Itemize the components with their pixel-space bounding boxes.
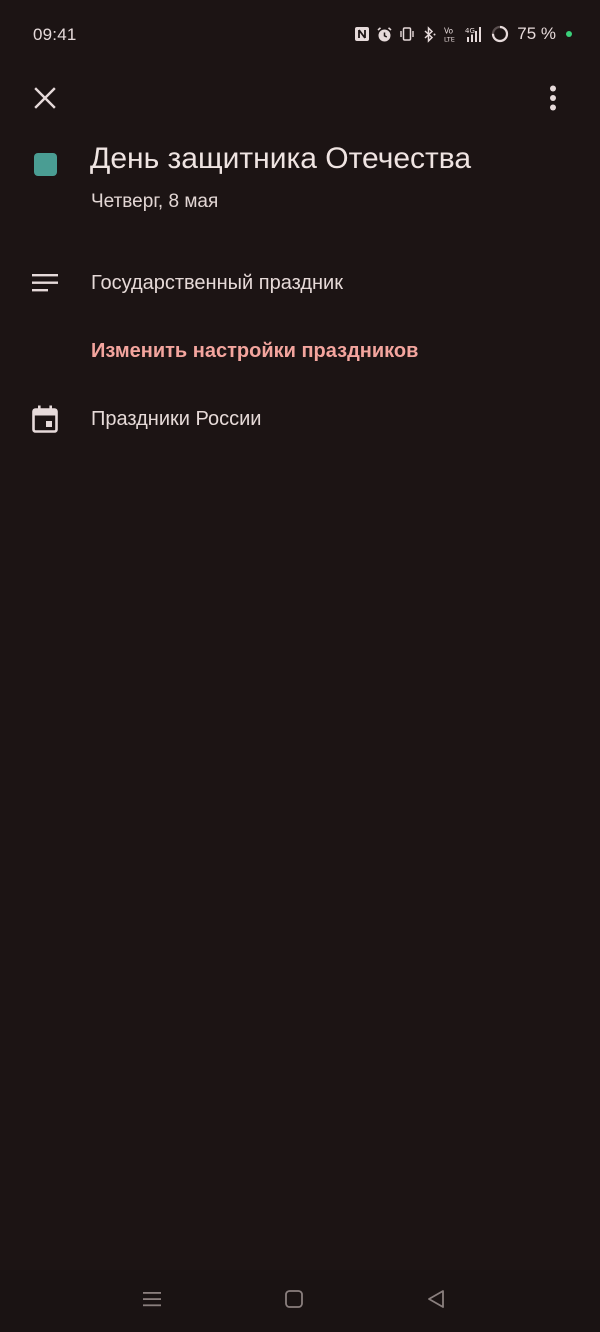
home-button[interactable] — [279, 1286, 309, 1316]
back-button[interactable] — [421, 1286, 451, 1316]
close-button[interactable] — [22, 77, 68, 123]
bluetooth-icon — [421, 25, 437, 43]
status-bar: 09:41 Vo LTE 4G 75 % — [0, 0, 600, 68]
system-navigation-bar — [0, 1270, 600, 1332]
event-title: День защитника Отечества — [90, 142, 472, 175]
event-details-screen: 09:41 Vo LTE 4G 75 % День защитника Отеч… — [0, 0, 600, 1332]
battery-level: 75 % — [517, 24, 556, 43]
charging-dot — [566, 31, 572, 37]
more-options-button[interactable] — [530, 77, 576, 123]
back-triangle-icon — [426, 1289, 446, 1314]
svg-text:LTE: LTE — [444, 35, 455, 43]
calendar-name: Праздники России — [91, 408, 262, 430]
event-color-chip — [34, 153, 57, 176]
signal-4g-icon: 4G — [465, 26, 485, 43]
status-time: 09:41 — [33, 25, 77, 44]
notes-icon — [30, 268, 60, 298]
close-icon — [34, 86, 56, 114]
svg-text:4G: 4G — [465, 27, 475, 35]
volte-icon: Vo LTE — [443, 26, 459, 43]
calendar-event-icon — [30, 404, 60, 434]
status-icons: Vo LTE 4G 75 % — [354, 24, 572, 44]
change-holiday-settings-link[interactable]: Изменить настройки праздников — [91, 340, 418, 363]
nfc-icon — [354, 26, 370, 42]
event-description: Государственный праздник — [91, 272, 343, 294]
event-date: Четверг, 8 мая — [91, 191, 219, 212]
vibrate-icon — [399, 26, 415, 42]
recent-apps-button[interactable] — [137, 1286, 167, 1316]
menu-icon — [142, 1289, 162, 1314]
alarm-icon — [376, 26, 393, 43]
home-square-icon — [284, 1289, 304, 1314]
battery-ring-icon — [491, 25, 509, 43]
more-vert-icon — [549, 85, 557, 116]
svg-text:Vo: Vo — [444, 26, 454, 35]
